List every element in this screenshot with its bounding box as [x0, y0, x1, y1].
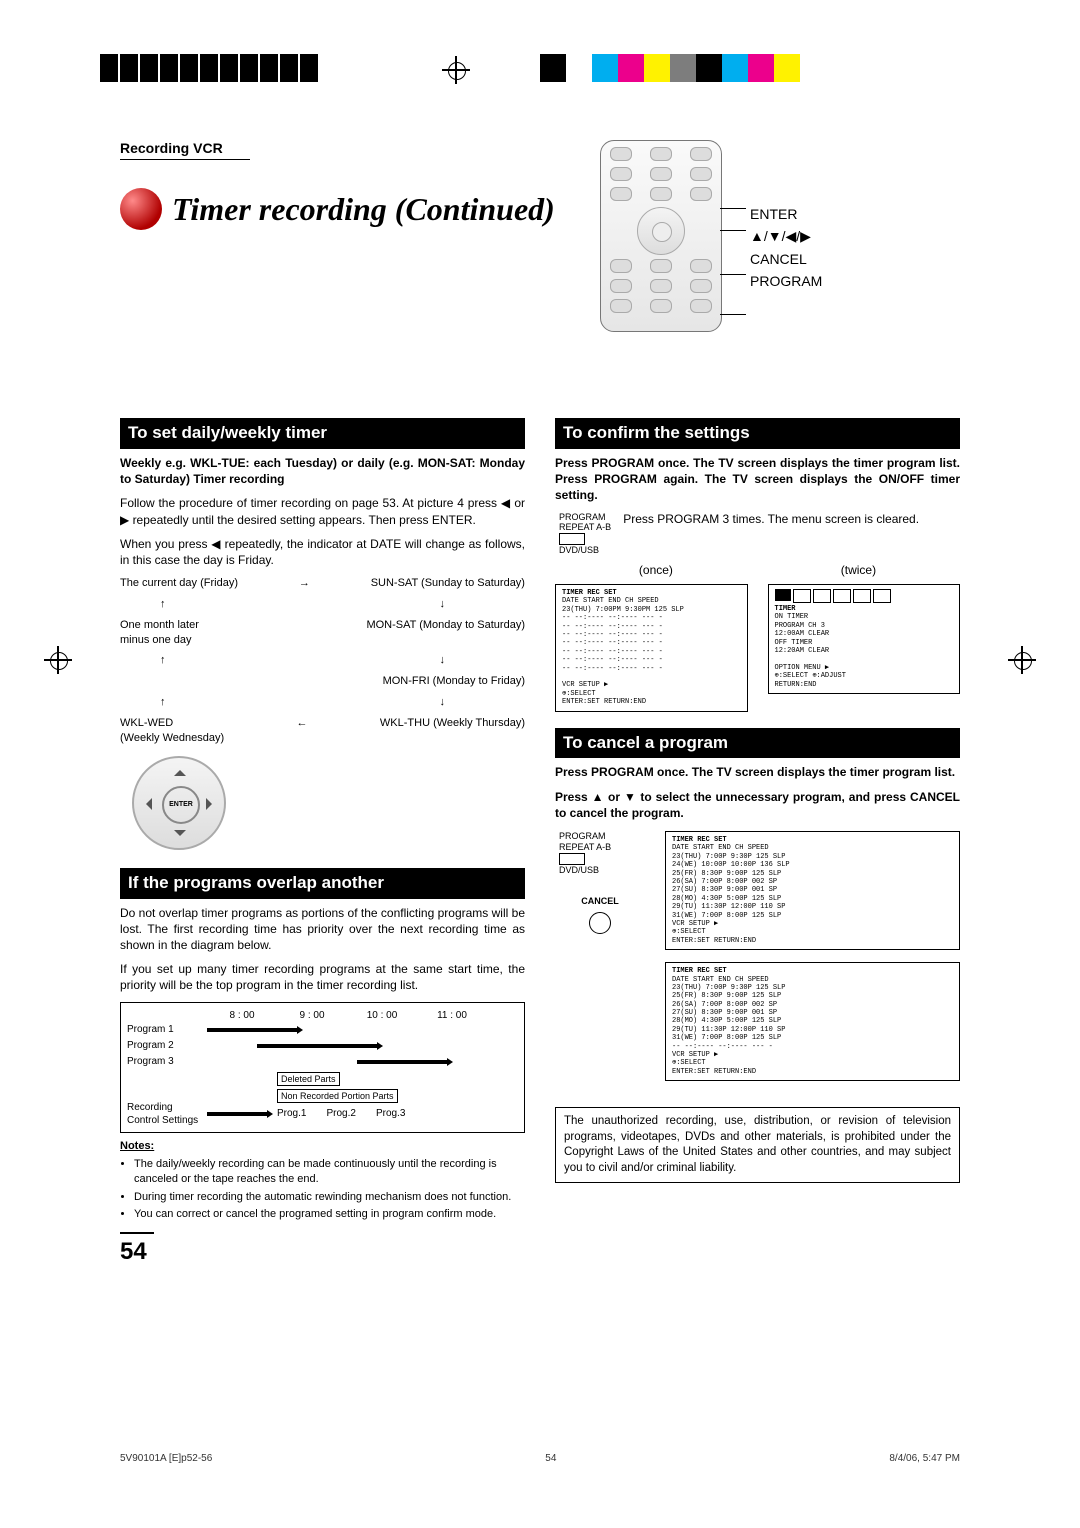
remote-body-icon: [600, 140, 722, 332]
intro-p1: Follow the procedure of timer recording …: [120, 495, 525, 527]
cycle-r4b: WKL-THU (Weekly Thursday): [380, 716, 525, 746]
cycle-r3b: MON-FRI (Monday to Friday): [383, 674, 525, 689]
overlap-p2: If you set up many timer recording progr…: [120, 961, 525, 993]
notes-heading: Notes:: [120, 1139, 525, 1154]
notes-list: The daily/weekly recording can be made c…: [120, 1157, 525, 1222]
cycle-r4a2: (Weekly Wednesday): [120, 732, 224, 744]
remote-buttons-detail: PROGRAM REPEAT A-B DVD/USB CANCEL: [555, 831, 645, 1093]
rec-prog2: Prog.2: [326, 1107, 355, 1121]
remote-control-illustration: ENTER ▲/▼/◀/▶ CANCEL PROGRAM: [600, 140, 960, 340]
cancel-bold-2: Press ▲ or ▼ to select the unnecessary p…: [555, 789, 960, 821]
remote-label-program: PROGRAM: [750, 273, 822, 289]
cycle-r2b: MON-SAT (Monday to Saturday): [366, 618, 525, 648]
dpad-enter-icon: ENTER: [132, 756, 226, 850]
note-1: The daily/weekly recording can be made c…: [134, 1157, 525, 1187]
remote-label-enter: ENTER: [750, 206, 822, 222]
cycle-r1b: SUN-SAT (Sunday to Saturday): [371, 576, 525, 591]
arrow-right-icon: →: [299, 576, 310, 591]
print-footer: 5V90101A [E]p52-56 54 8/4/06, 5:47 PM: [120, 1453, 960, 1464]
nonrecorded-label: Non Recorded Portion Parts: [277, 1089, 398, 1103]
bullet-sphere-icon: [120, 188, 162, 230]
remote-label-cancel: CANCEL: [750, 251, 822, 267]
caption-once: (once): [639, 562, 673, 578]
cancel-button-label: CANCEL: [555, 895, 645, 907]
footer-right: 8/4/06, 5:47 PM: [889, 1453, 960, 1464]
page-title: Timer recording (Continued): [172, 191, 555, 228]
arrow-up-icon: ↑: [160, 695, 166, 710]
time-3: 10 : 00: [347, 1009, 417, 1023]
page-number: 54: [120, 1232, 154, 1268]
intro-p2: When you press ◀ repeatedly, the indicat…: [120, 536, 525, 568]
footer-left: 5V90101A [E]p52-56: [120, 1453, 212, 1464]
registration-mark-left: [46, 648, 70, 672]
osd-screenshot-timer-rec: TIMER REC SET DATE START END CH SPEED 23…: [555, 584, 748, 711]
cancel-bold-1: Press PROGRAM once. The TV screen displa…: [555, 764, 960, 780]
breadcrumb: Recording VCR: [120, 140, 250, 160]
arrow-down-icon: ↓: [440, 597, 446, 612]
copyright-notice: The unauthorized recording, use, distrib…: [555, 1107, 960, 1183]
heading-set-timer: To set daily/weekly timer: [120, 418, 525, 449]
vcr-indicator-icon: PROGRAM REPEAT A-B DVD/USB: [555, 512, 611, 556]
heading-overlap: If the programs overlap another: [120, 868, 525, 899]
heading-confirm: To confirm the settings: [555, 418, 960, 449]
confirm-side: Press PROGRAM 3 times. The menu screen i…: [623, 512, 960, 527]
remote-label-arrows: ▲/▼/◀/▶: [750, 228, 822, 245]
intro-bold: Weekly e.g. WKL-TUE: each Tuesday) or da…: [120, 455, 525, 487]
registration-mark-top: [444, 58, 468, 82]
arrow-up-icon: ↑: [160, 653, 166, 668]
arrow-left-icon: ←: [297, 716, 308, 746]
color-calibration-bar: [540, 54, 800, 82]
caption-twice: (twice): [841, 562, 876, 578]
note-2: During timer recording the automatic rew…: [134, 1190, 525, 1205]
overlap-diagram: 8 : 00 9 : 00 10 : 00 11 : 00 Program 1 …: [120, 1002, 525, 1134]
cycle-r4a: WKL-WED: [120, 717, 173, 729]
rec-prog1: Prog.1: [277, 1107, 306, 1121]
arrow-up-icon: ↑: [160, 597, 166, 612]
date-cycle-diagram: The current day (Friday) → SUN-SAT (Sund…: [120, 576, 525, 746]
footer-center: 54: [545, 1453, 556, 1464]
cycle-mid-b: minus one day: [120, 634, 192, 646]
prog3-label: Program 3: [127, 1055, 207, 1069]
osd-screenshot-timer: TIMER ON TIMER PROGRAM CH 3 12:00AM CLEA…: [768, 584, 961, 694]
cycle-r1a: The current day (Friday): [120, 576, 238, 591]
registration-mark-right: [1010, 648, 1034, 672]
arrow-down-icon: ↓: [440, 695, 446, 710]
confirm-bold: Press PROGRAM once. The TV screen displa…: [555, 455, 960, 504]
note-3: You can correct or cancel the programed …: [134, 1207, 525, 1222]
rec-label-2: Control Settings: [127, 1115, 198, 1126]
rec-label-1: Recording: [127, 1102, 173, 1113]
cancel-button-icon: [589, 912, 611, 934]
osd-screenshot-list-before: TIMER REC SET DATE START END CH SPEED 23…: [665, 831, 960, 950]
heading-cancel: To cancel a program: [555, 728, 960, 759]
overlap-p1: Do not overlap timer programs as portion…: [120, 905, 525, 954]
osd-screenshot-list-after: TIMER REC SET DATE START END CH SPEED 23…: [665, 962, 960, 1081]
prog1-label: Program 1: [127, 1023, 207, 1037]
crop-marks: [100, 54, 320, 82]
deleted-parts-label: Deleted Parts: [277, 1072, 340, 1086]
arrow-down-icon: ↓: [440, 653, 446, 668]
dpad-enter-label: ENTER: [162, 786, 200, 824]
cycle-mid-a: One month later: [120, 619, 199, 631]
time-4: 11 : 00: [417, 1009, 487, 1023]
time-2: 9 : 00: [277, 1009, 347, 1023]
prog2-label: Program 2: [127, 1039, 207, 1053]
time-1: 8 : 00: [207, 1009, 277, 1023]
rec-prog3: Prog.3: [376, 1107, 405, 1121]
